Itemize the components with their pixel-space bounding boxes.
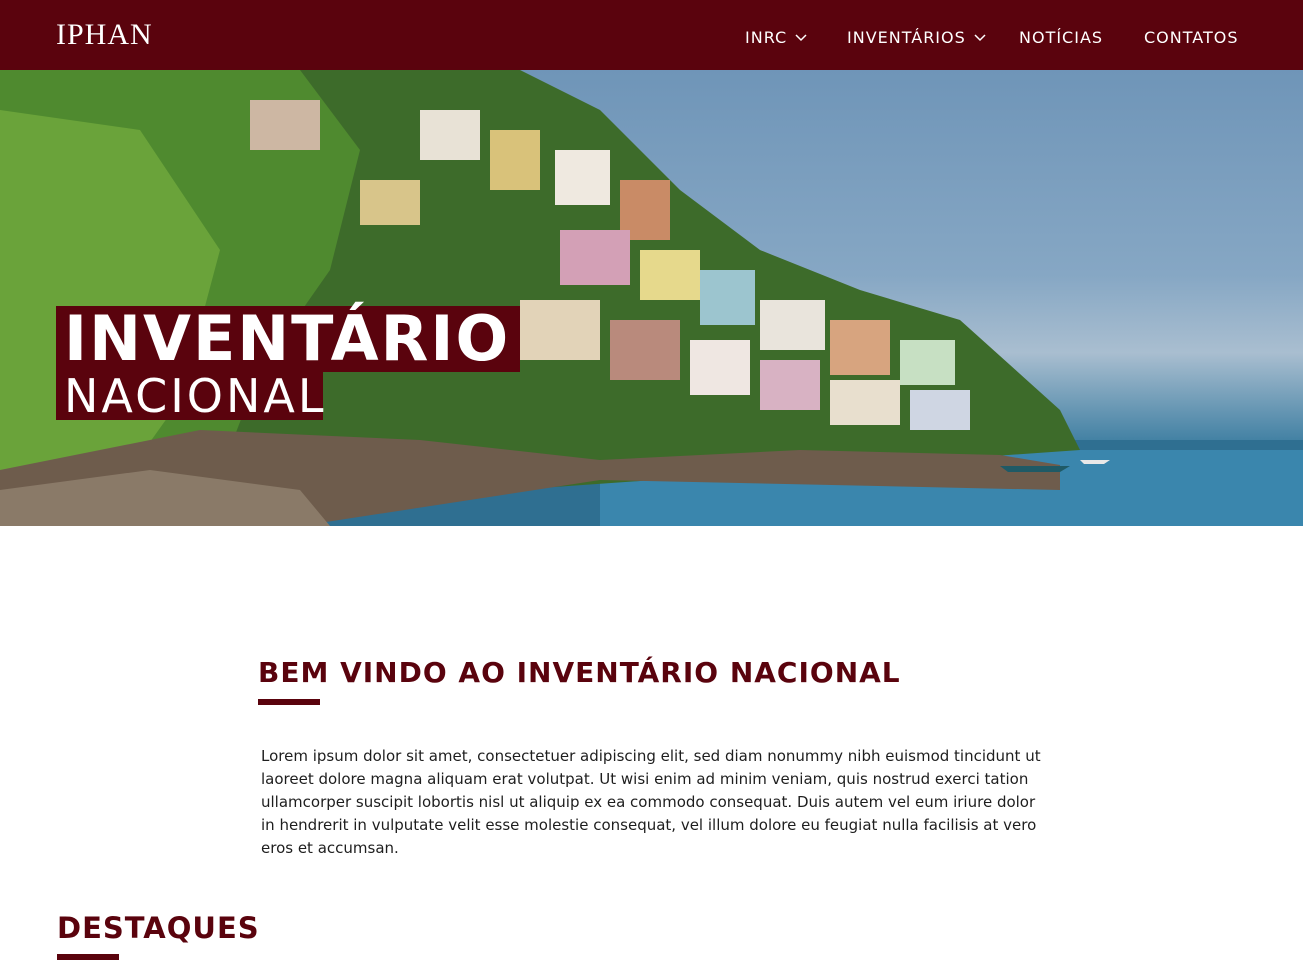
nav-item-inventarios[interactable]: INVENTÁRIOS	[847, 26, 986, 48]
nav-item-label: CONTATOS	[1144, 27, 1239, 47]
highlights-heading: DESTAQUES	[57, 911, 260, 945]
welcome-heading: BEM VINDO AO INVENTÁRIO NACIONAL	[258, 656, 901, 689]
hero-banner: INVENTÁRIO NACIONAL	[0, 70, 1303, 526]
hero-title-line1: INVENTÁRIO	[56, 306, 521, 372]
nav-item-label: INVENTÁRIOS	[847, 27, 966, 47]
nav-item-noticias[interactable]: NOTÍCIAS	[1019, 26, 1103, 48]
top-navigation-bar: IPHAN INRC INVENTÁRIOS NOTÍCIAS CONTATOS	[0, 0, 1303, 70]
highlights-heading-underline	[57, 954, 119, 960]
welcome-paragraph: Lorem ipsum dolor sit amet, consectetuer…	[261, 747, 1041, 857]
hero-title: INVENTÁRIO NACIONAL	[56, 306, 521, 420]
welcome-heading-underline	[258, 699, 320, 705]
nav-item-label: INRC	[745, 27, 788, 47]
main-menu: INRC INVENTÁRIOS NOTÍCIAS CONTATOS	[0, 0, 1303, 70]
chevron-down-icon	[795, 31, 807, 43]
nav-item-contatos[interactable]: CONTATOS	[1144, 26, 1239, 48]
hero-background-image	[0, 70, 1303, 526]
nav-item-inrc[interactable]: INRC	[745, 26, 807, 48]
chevron-down-icon	[974, 31, 986, 43]
hero-title-line2: NACIONAL	[56, 372, 323, 420]
nav-item-label: NOTÍCIAS	[1019, 27, 1104, 47]
